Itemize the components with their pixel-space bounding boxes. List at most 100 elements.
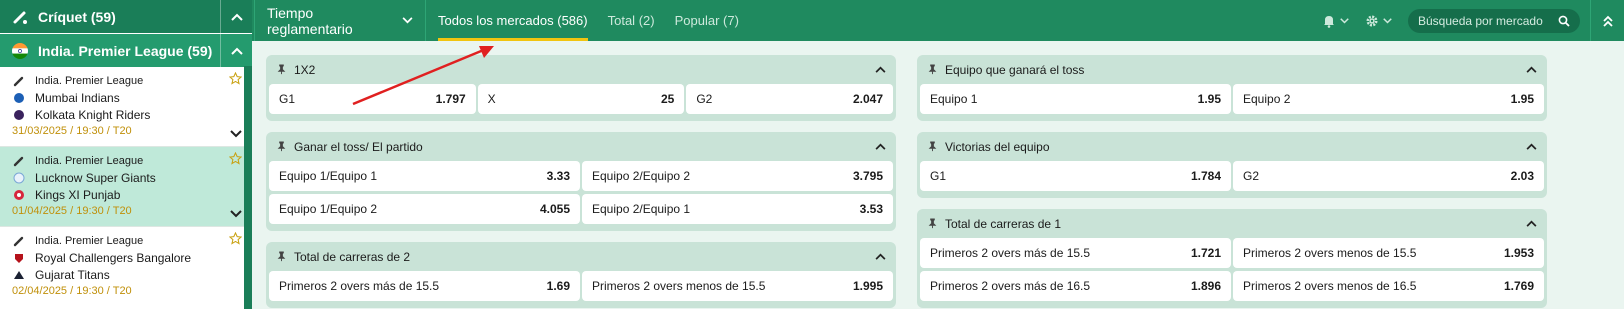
- tab-label: Popular: [674, 13, 720, 28]
- tab-total[interactable]: Total (2): [608, 0, 655, 41]
- sport-header[interactable]: Críquet (59): [0, 0, 252, 33]
- odd-button[interactable]: X 25: [477, 84, 685, 114]
- odd-button[interactable]: Primeros 2 overs menos de 15.5 1.953: [1233, 238, 1544, 268]
- odd-button[interactable]: G2 2.047: [686, 84, 894, 114]
- odd-value: 1.95: [1197, 92, 1221, 106]
- tab-all-markets[interactable]: Todos los mercados (586): [438, 0, 588, 41]
- market-block: 1X2 G1 1.797 X 25 G2 2.047: [266, 55, 896, 121]
- star-icon[interactable]: [228, 71, 243, 88]
- market-search[interactable]: [1408, 8, 1580, 33]
- pin-icon[interactable]: [276, 141, 287, 152]
- odd-button[interactable]: G2 2.03: [1233, 161, 1544, 191]
- markets-column-left: 1X2 G1 1.797 X 25 G2 2.047 Ganar el toss/ E…: [266, 55, 896, 309]
- odd-label: Equipo 1/Equipo 1: [279, 169, 378, 183]
- odd-button[interactable]: Primeros 2 overs más de 15.5 1.69: [269, 271, 580, 301]
- odd-button[interactable]: Equipo 1 1.95: [920, 84, 1231, 114]
- match-item[interactable]: India. Premier League Mumbai Indians Kol…: [0, 67, 252, 147]
- india-flag-icon: [10, 42, 30, 59]
- odd-button[interactable]: Equipo 2/Equipo 2 3.795: [582, 161, 893, 191]
- double-chevron-up-icon: [1602, 15, 1614, 27]
- chevron-up-icon[interactable]: [1526, 66, 1537, 73]
- market-header[interactable]: Ganar el toss/ El partido: [266, 132, 896, 161]
- odd-button[interactable]: Primeros 2 overs menos de 16.5 1.769: [1233, 271, 1544, 301]
- match-league: India. Premier League: [35, 74, 144, 87]
- pin-icon[interactable]: [927, 218, 938, 229]
- match-date: 31/03/2025 / 19:30 / T20: [12, 125, 132, 137]
- market-header[interactable]: Victorias del equipo: [917, 132, 1547, 161]
- odd-button[interactable]: Equipo 1/Equipo 1 3.33: [269, 161, 580, 191]
- odd-button[interactable]: G1 1.797: [269, 84, 476, 114]
- odd-button[interactable]: Equipo 2 1.95: [1233, 84, 1544, 114]
- odd-label: G1: [279, 92, 296, 106]
- tab-label: Total: [607, 13, 636, 28]
- pin-icon[interactable]: [927, 141, 938, 152]
- team-logo-icon: [12, 188, 26, 202]
- odd-value: 3.53: [859, 202, 883, 216]
- league-header[interactable]: India. Premier League (59): [0, 34, 252, 67]
- tab-popular[interactable]: Popular (7): [675, 0, 739, 41]
- team1-name: Royal Challengers Bangalore: [35, 250, 192, 265]
- pin-icon[interactable]: [276, 251, 287, 262]
- market-title: Equipo que ganará el toss: [945, 62, 1085, 77]
- odd-label: Equipo 2/Equipo 2: [592, 169, 691, 183]
- odd-label: Primeros 2 overs menos de 15.5: [1243, 246, 1417, 260]
- market-header[interactable]: Total de carreras de 1: [917, 209, 1547, 238]
- market-block: Total de carreras de 1 Primeros 2 overs …: [917, 209, 1547, 308]
- odd-value: 25: [660, 92, 675, 106]
- market-title: Total de carreras de 2: [294, 249, 411, 264]
- match-item[interactable]: India. Premier League Royal Challengers …: [0, 227, 252, 307]
- gear-icon: [1365, 14, 1379, 28]
- team-logo-icon: [12, 108, 26, 122]
- search-icon[interactable]: [1558, 15, 1570, 27]
- odd-value: 1.953: [1503, 246, 1534, 260]
- odd-label: Primeros 2 overs menos de 15.5: [592, 279, 766, 293]
- odd-button[interactable]: Equipo 1/Equipo 2 4.055: [269, 194, 580, 224]
- market-title: Total de carreras de 1: [945, 216, 1062, 231]
- team2-name: Gujarat Titans: [35, 267, 110, 282]
- search-input[interactable]: [1418, 13, 1558, 28]
- odd-button[interactable]: Equipo 2/Equipo 1 3.53: [582, 194, 893, 224]
- chevron-up-icon[interactable]: [220, 34, 252, 67]
- star-icon[interactable]: [228, 231, 243, 248]
- content-scrollbar[interactable]: [1588, 41, 1592, 309]
- star-icon[interactable]: [228, 151, 243, 168]
- odd-button[interactable]: Primeros 2 overs más de 15.5 1.721: [920, 238, 1231, 268]
- team-logo-icon: [12, 91, 26, 105]
- pin-icon[interactable]: [276, 64, 287, 75]
- chevron-up-icon[interactable]: [875, 66, 886, 73]
- market-header[interactable]: Equipo que ganará el toss: [917, 55, 1547, 84]
- market-header[interactable]: Total de carreras de 2: [266, 242, 896, 271]
- notifications-button[interactable]: [1322, 14, 1349, 28]
- match-item[interactable]: India. Premier League Lucknow Super Gian…: [0, 147, 252, 227]
- chevron-up-icon[interactable]: [875, 253, 886, 260]
- chevron-down-icon[interactable]: [230, 207, 242, 221]
- pin-icon[interactable]: [927, 64, 938, 75]
- cricket-bat-icon: [12, 234, 26, 248]
- odd-value: 1.769: [1503, 279, 1534, 293]
- chevron-down-icon[interactable]: [230, 127, 242, 141]
- odd-button[interactable]: G1 1.784: [920, 161, 1231, 191]
- chevron-up-icon[interactable]: [1526, 220, 1537, 227]
- team-logo-icon: [12, 171, 26, 185]
- sidebar: Críquet (59) India. Premier League (59) …: [0, 0, 252, 309]
- tab-count: (7): [723, 13, 739, 28]
- odd-value: 1.995: [852, 279, 883, 293]
- odd-button[interactable]: Primeros 2 overs más de 16.5 1.896: [920, 271, 1231, 301]
- period-select[interactable]: Tiempo reglamentario: [254, 0, 426, 41]
- odd-value: 3.33: [546, 169, 570, 183]
- market-block: Total de carreras de 2 Primeros 2 overs …: [266, 242, 896, 308]
- odd-value: 3.795: [852, 169, 883, 183]
- sidebar-scrollbar[interactable]: [244, 66, 252, 309]
- odd-button[interactable]: Primeros 2 overs menos de 15.5 1.995: [582, 271, 893, 301]
- collapse-button[interactable]: [1590, 0, 1624, 41]
- cricket-bat-icon: [12, 74, 26, 88]
- settings-button[interactable]: [1365, 14, 1392, 28]
- market-header[interactable]: 1X2: [266, 55, 896, 84]
- market-block: Ganar el toss/ El partido Equipo 1/Equip…: [266, 132, 896, 231]
- chevron-up-icon[interactable]: [875, 143, 886, 150]
- team-logo-icon: [12, 268, 26, 282]
- league-label: India. Premier League (59): [38, 42, 213, 59]
- odd-value: 1.784: [1190, 169, 1221, 183]
- chevron-up-icon[interactable]: [1526, 143, 1537, 150]
- chevron-up-icon[interactable]: [220, 0, 252, 33]
